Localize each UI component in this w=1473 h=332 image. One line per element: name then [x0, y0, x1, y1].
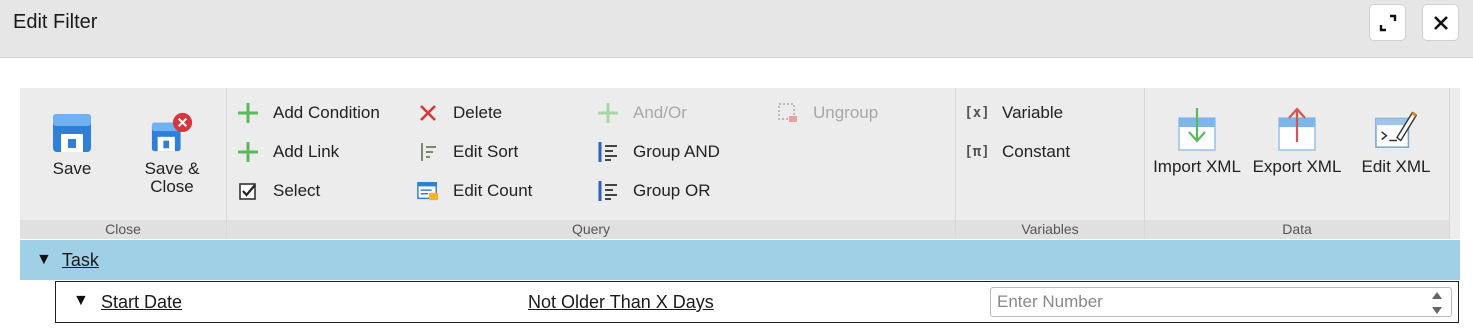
edit-sort-button[interactable]: Edit Sort — [417, 140, 518, 164]
select-label: Select — [273, 181, 320, 201]
dialog-title: Edit Filter — [13, 11, 97, 34]
number-spinner[interactable] — [1430, 292, 1444, 314]
sort-icon — [417, 141, 439, 163]
edit-xml-button[interactable]: Edit XML — [1355, 106, 1437, 176]
import-xml-button[interactable]: Import XML — [1149, 106, 1245, 176]
edit-count-label: Edit Count — [453, 181, 532, 201]
checkbox-icon — [237, 180, 259, 202]
group-label-close: Close — [20, 220, 226, 239]
add-link-label: Add Link — [273, 142, 339, 162]
delete-button[interactable]: Delete — [417, 101, 502, 125]
ribbon-toolbar: Save Save & Close Close Add — [20, 88, 1460, 239]
group-icon — [597, 180, 619, 202]
import-xml-label: Import XML — [1153, 158, 1241, 176]
edit-xml-icon — [1374, 106, 1418, 152]
save-close-button[interactable]: Save & Close — [136, 108, 208, 196]
plus-icon — [597, 102, 619, 124]
group-label-data: Data — [1145, 220, 1449, 239]
plus-icon — [237, 141, 259, 163]
group-icon — [597, 141, 619, 163]
ungroup-icon — [777, 102, 799, 124]
add-condition-label: Add Condition — [273, 103, 380, 123]
import-icon — [1175, 106, 1219, 152]
floppy-icon — [50, 108, 94, 154]
maximize-button[interactable] — [1369, 4, 1406, 41]
condition-row: ▼ Start Date Not Older Than X Days — [55, 281, 1459, 323]
save-button[interactable]: Save — [42, 108, 102, 178]
variable-button[interactable]: [x] Variable — [966, 101, 1063, 125]
export-xml-button[interactable]: Export XML — [1249, 106, 1345, 176]
close-icon — [1433, 15, 1449, 31]
ungroup-label: Ungroup — [813, 103, 878, 123]
variable-label: Variable — [1002, 103, 1063, 123]
and-or-button[interactable]: And/Or — [597, 101, 687, 125]
and-or-label: And/Or — [633, 103, 687, 123]
select-button[interactable]: Select — [237, 179, 320, 203]
constant-label: Constant — [1002, 142, 1070, 162]
entity-link[interactable]: Task — [62, 250, 99, 271]
export-xml-label: Export XML — [1253, 158, 1342, 176]
collapse-triangle-icon[interactable]: ▼ — [73, 292, 89, 310]
close-button[interactable] — [1422, 4, 1459, 41]
group-or-button[interactable]: Group OR — [597, 179, 710, 203]
save-label: Save — [53, 160, 92, 178]
delete-label: Delete — [453, 103, 502, 123]
condition-operator-link[interactable]: Not Older Than X Days — [528, 292, 714, 313]
collapse-triangle-icon[interactable]: ▼ — [36, 251, 52, 269]
condition-field-link[interactable]: Start Date — [101, 292, 182, 313]
expand-icon — [1378, 13, 1398, 33]
edit-sort-label: Edit Sort — [453, 142, 518, 162]
title-bar: Edit Filter — [0, 0, 1473, 58]
number-input[interactable] — [990, 287, 1452, 317]
floppy-close-icon — [150, 108, 194, 154]
add-link-button[interactable]: Add Link — [237, 140, 339, 164]
data-group: Import XML Export XML — [1145, 88, 1450, 239]
x-icon — [417, 102, 439, 124]
group-and-button[interactable]: Group AND — [597, 140, 720, 164]
constant-icon: [π] — [966, 141, 988, 163]
group-label-query: Query — [227, 220, 955, 239]
edit-xml-label: Edit XML — [1362, 158, 1431, 176]
group-or-label: Group OR — [633, 181, 710, 201]
edit-count-button[interactable]: Edit Count — [417, 179, 532, 203]
group-and-label: Group AND — [633, 142, 720, 162]
export-icon — [1275, 106, 1319, 152]
close-group: Save Save & Close Close — [20, 88, 227, 239]
constant-button[interactable]: [π] Constant — [966, 140, 1070, 164]
entity-row: ▼ Task — [20, 240, 1460, 280]
add-condition-button[interactable]: Add Condition — [237, 101, 380, 125]
spin-down-icon[interactable] — [1432, 307, 1442, 314]
spin-up-icon[interactable] — [1432, 292, 1442, 299]
ungroup-button[interactable]: Ungroup — [777, 101, 878, 125]
variable-icon: [x] — [966, 102, 988, 124]
group-label-variables: Variables — [956, 220, 1144, 239]
save-close-label: Save & Close — [145, 160, 200, 196]
query-group: Add Condition Add Link Select Delete — [227, 88, 956, 239]
count-icon — [417, 180, 439, 202]
variables-group: [x] Variable [π] Constant Variables — [956, 88, 1145, 239]
plus-icon — [237, 102, 259, 124]
